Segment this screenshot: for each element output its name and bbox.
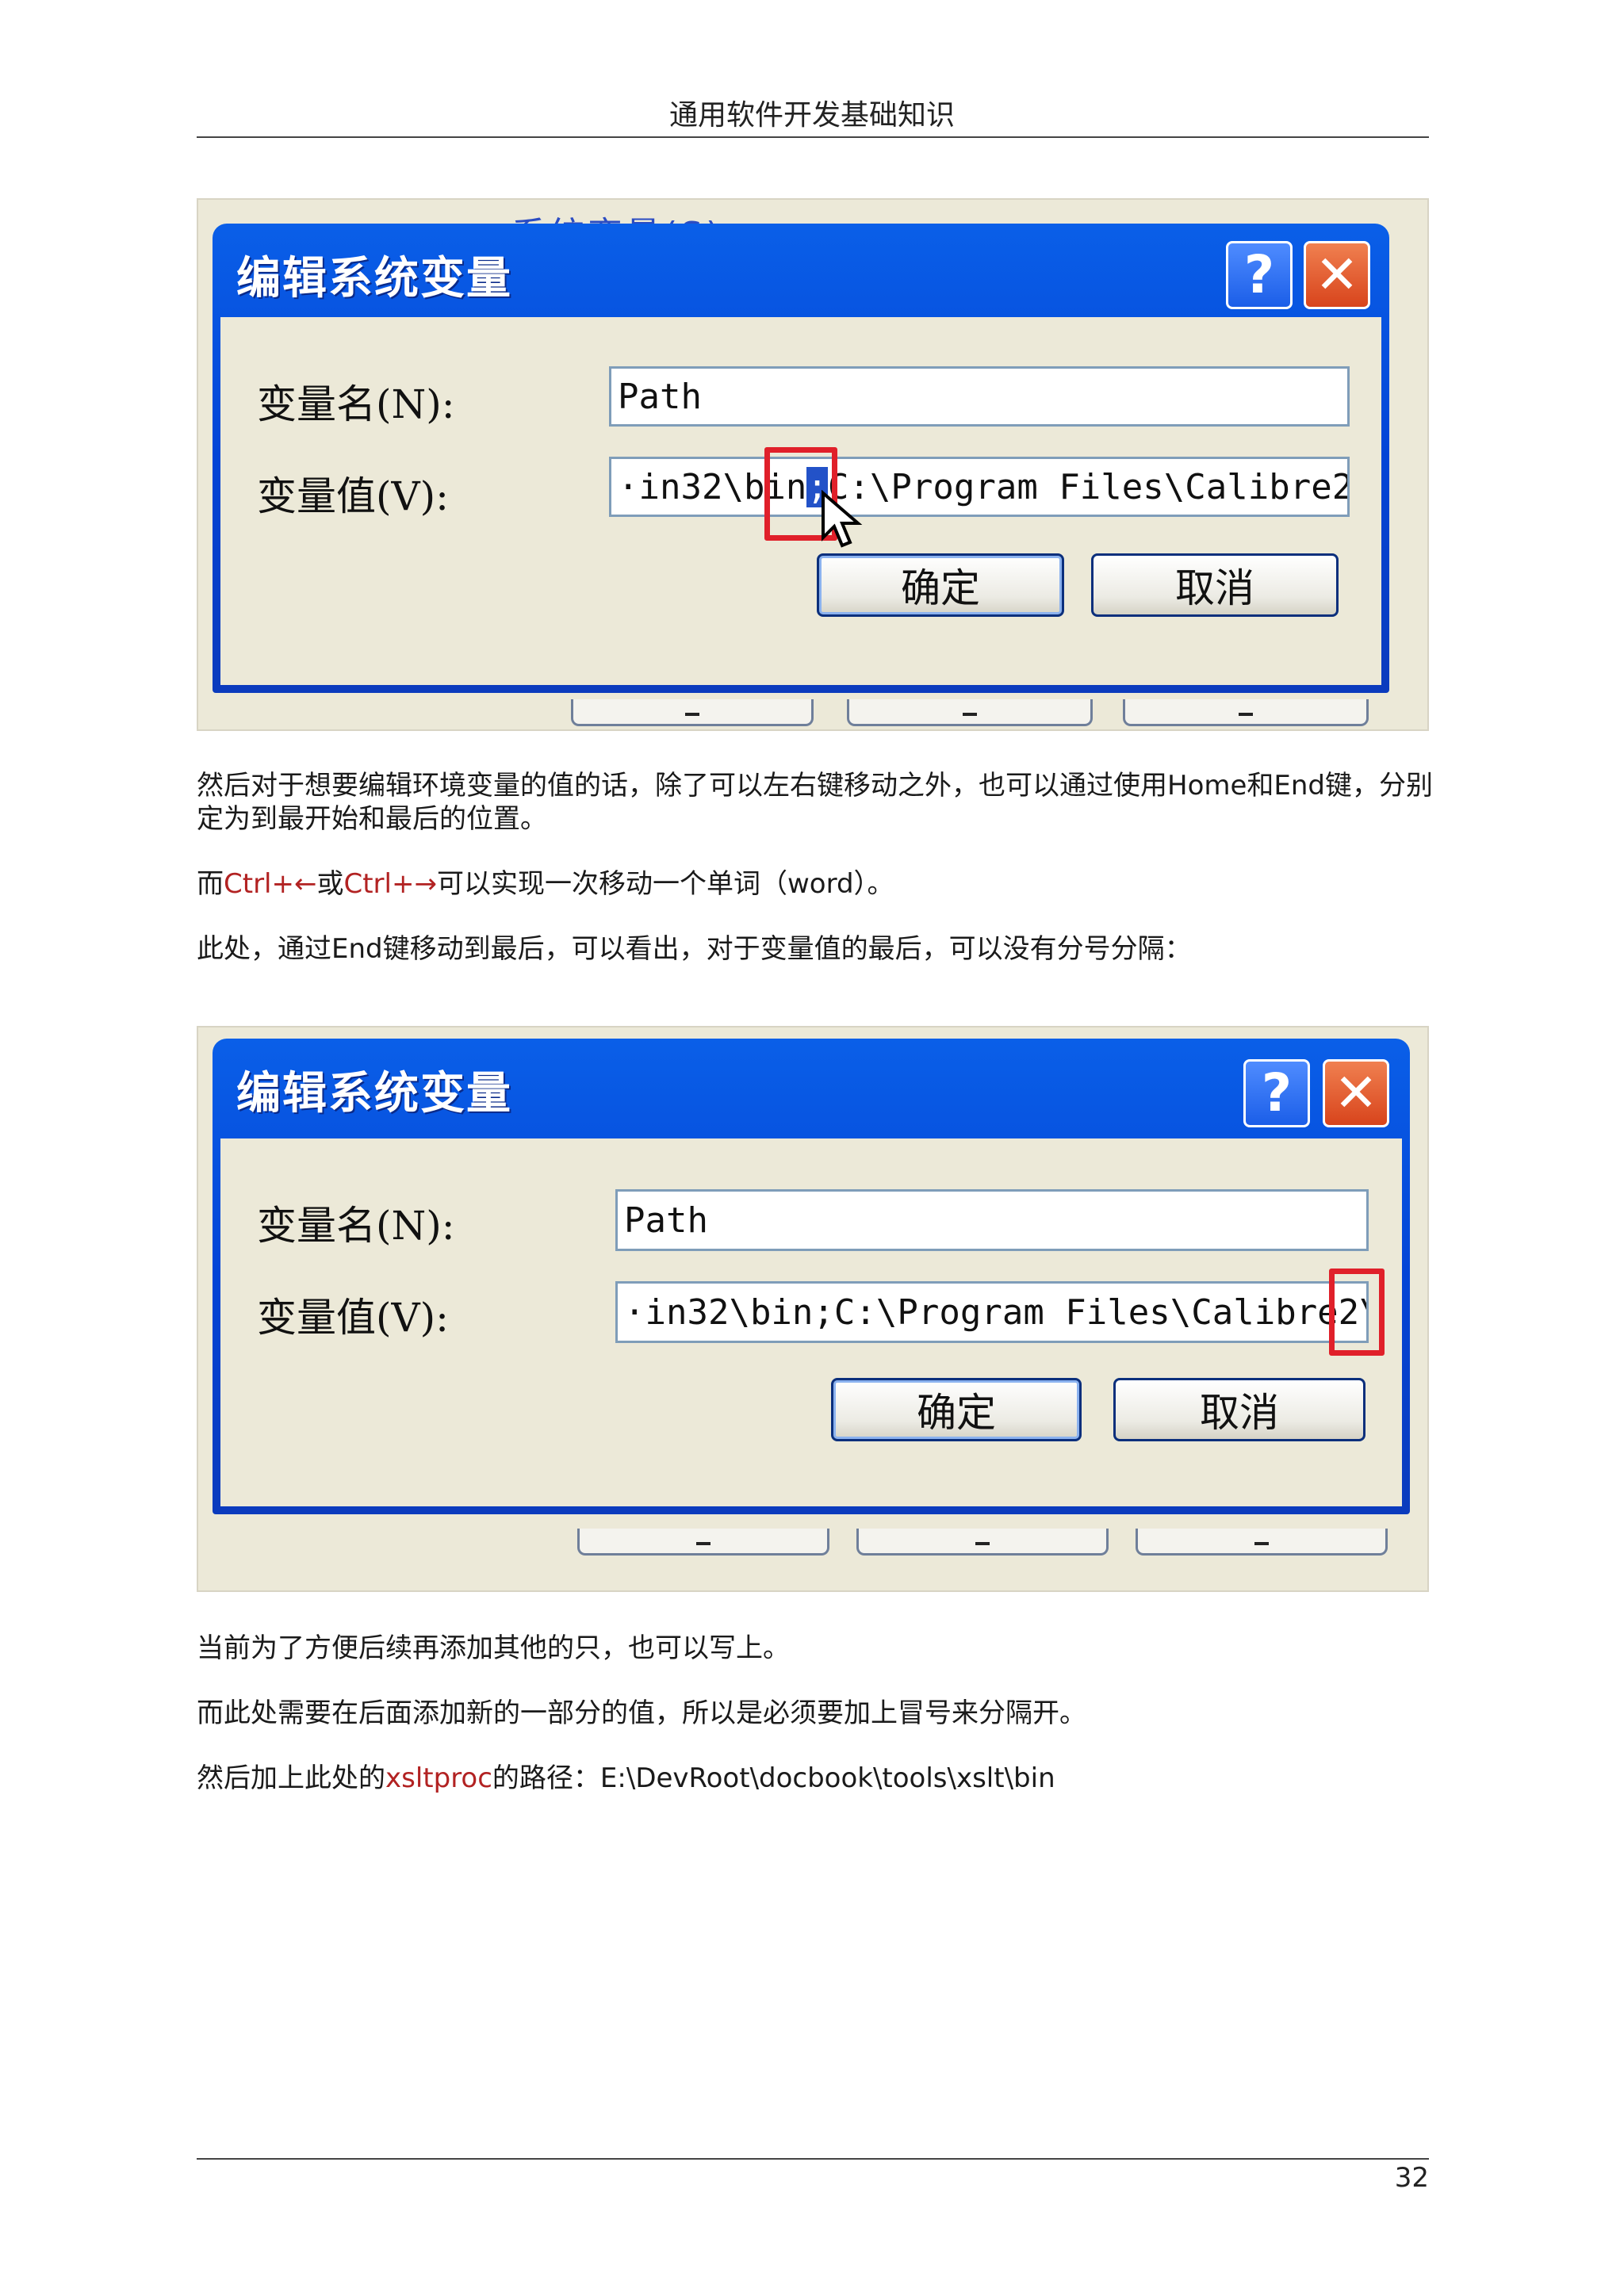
mouse-pointer-icon <box>822 490 863 548</box>
variable-name-label: 变量名(N): <box>257 381 455 427</box>
screenshot-1: 系统变量(S) 编辑系统变量 ? ✕ 变量名(N): 变量值(V): Path … <box>197 198 1429 731</box>
paragraph-5: 而此处需要在后面添加新的一部分的值，所以是必须要加上冒号来分隔开。 <box>197 1697 1086 1729</box>
edit-variable-dialog: 编辑系统变量 ? ✕ 变量名(N): 变量值(V): Path ·in32\bi… <box>213 224 1389 693</box>
xsltproc-link[interactable]: xsltproc <box>385 1762 492 1794</box>
paragraph-3: 此处，通过End键移动到最后，可以看出，对于变量值的最后，可以没有分号分隔： <box>197 933 1192 965</box>
dialog-title: 编辑系统变量 <box>236 1068 512 1119</box>
dialog-title: 编辑系统变量 <box>236 253 512 304</box>
background-dialog-text: 系统变量(S) <box>511 206 722 224</box>
page-header-title: 通用软件开发基础知识 <box>668 99 955 132</box>
paragraph-2-text: 而 <box>197 868 224 900</box>
background-button <box>1123 699 1369 726</box>
ok-button[interactable]: 确定 <box>831 1378 1082 1441</box>
help-button[interactable]: ? <box>1226 241 1293 309</box>
cancel-button[interactable]: 取消 <box>1113 1378 1365 1441</box>
background-button <box>856 1529 1109 1556</box>
variable-name-label: 变量名(N): <box>257 1203 455 1249</box>
edit-variable-dialog: 编辑系统变量 ? ✕ 变量名(N): 变量值(V): Path ·in32\bi… <box>213 1039 1410 1514</box>
background-button <box>577 1529 829 1556</box>
background-button <box>571 699 814 726</box>
paragraph-4: 当前为了方便后续再添加其他的只，也可以写上。 <box>197 1632 790 1664</box>
paragraph-6: 然后加上此处的xsltproc的路径：E:\DevRoot\docbook\to… <box>197 1762 1434 1795</box>
paragraph-2-text: 可以实现一次移动一个单词（word）。 <box>436 868 894 900</box>
help-button[interactable]: ? <box>1243 1059 1310 1127</box>
page-number: 32 <box>1394 2162 1429 2194</box>
dialog-client-area: 变量名(N): 变量值(V): Path ·in32\bin;C:\Progra… <box>220 1138 1402 1506</box>
cancel-button[interactable]: 取消 <box>1091 553 1339 617</box>
dialog-client-area: 变量名(N): 变量值(V): Path ·in32\bin;C:\Progra… <box>220 317 1381 685</box>
variable-value-label: 变量值(V): <box>257 473 449 519</box>
paragraph-1: 然后对于想要编辑环境变量的值的话，除了可以左右键移动之外，也可以通过使用Home… <box>197 770 1434 835</box>
ok-button[interactable]: 确定 <box>817 553 1064 617</box>
close-button[interactable]: ✕ <box>1323 1059 1389 1127</box>
value-text-before: ·in32\bin;C:\Program Files\Calibre2 <box>624 1292 1360 1333</box>
value-text-after: C:\Program Files\Calibre2\ <box>827 466 1350 507</box>
header-rule <box>197 136 1429 138</box>
ctrl-left-shortcut: Ctrl+← <box>224 868 317 900</box>
background-button <box>1136 1529 1388 1556</box>
footer-rule <box>197 2158 1429 2160</box>
paragraph-6-text: 然后加上此处的 <box>197 1762 385 1794</box>
background-button <box>847 699 1093 726</box>
paragraph-6-text: 的路径：E:\DevRoot\docbook\tools\xslt\bin <box>492 1762 1055 1794</box>
screenshot-2: 系统变量(S) 编辑系统变量 ? ✕ 变量名(N): 变量值(V): Path … <box>197 1026 1429 1592</box>
variable-value-label: 变量值(V): <box>257 1295 449 1341</box>
paragraph-2-text: 或 <box>316 868 344 900</box>
close-button[interactable]: ✕ <box>1304 241 1370 309</box>
highlight-box <box>1329 1269 1385 1356</box>
variable-value-input[interactable]: ·in32\bin;C:\Program Files\Calibre2\ <box>615 1281 1369 1343</box>
variable-value-input[interactable]: ·in32\bin;C:\Program Files\Calibre2\ <box>609 457 1350 517</box>
variable-name-input[interactable]: Path <box>609 366 1350 427</box>
paragraph-2: 而Ctrl+←或Ctrl+→可以实现一次移动一个单词（word）。 <box>197 867 1434 901</box>
ctrl-right-shortcut: Ctrl+→ <box>343 868 437 900</box>
variable-name-input[interactable]: Path <box>615 1189 1369 1251</box>
